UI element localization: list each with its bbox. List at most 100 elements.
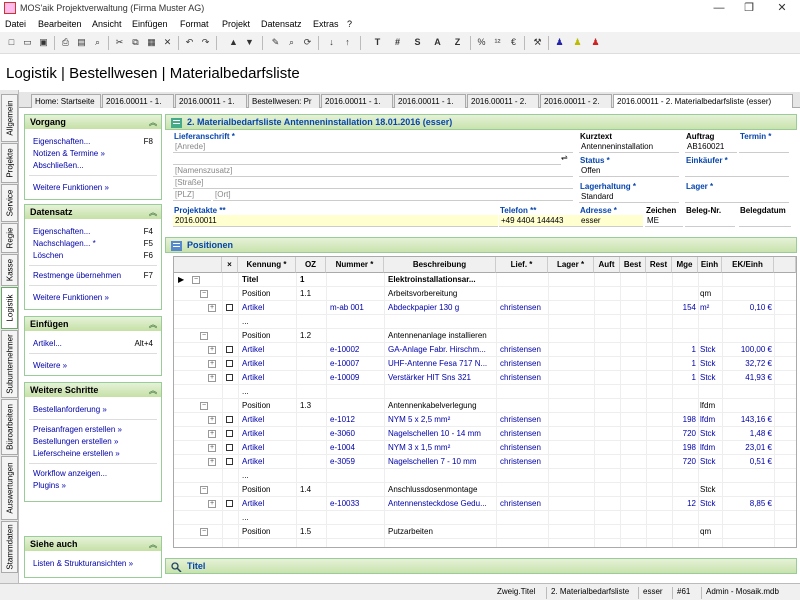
redo-icon[interactable]: ↷ (198, 35, 213, 50)
beschreibung-cell[interactable]: Abdeckpapier 130 g (388, 303, 496, 312)
einheit-cell[interactable]: lfdm (700, 415, 722, 424)
ek-cell[interactable]: 41,93 € (722, 373, 772, 382)
vtab-bueroarbeiten[interactable]: Büroarbeiten (1, 399, 18, 455)
tools-icon[interactable]: ⚒ (530, 35, 545, 50)
vtab-subunternehmer[interactable]: Subunternehmer (1, 330, 18, 398)
new-icon[interactable]: □ (4, 35, 19, 50)
print-preview-icon[interactable]: ▤ (74, 35, 89, 50)
form-panel-header[interactable]: 2. Materialbedarfsliste Antenneninstalla… (165, 114, 797, 130)
kennung-cell[interactable]: Position (242, 401, 296, 410)
ort-field[interactable]: [Ort] (213, 189, 573, 201)
refresh-icon[interactable]: ⟳ (300, 35, 315, 50)
vtab-allgemein[interactable]: Allgemein (1, 94, 18, 142)
zeichen-field[interactable]: ME (645, 215, 683, 227)
oz-cell[interactable]: 1.3 (300, 401, 326, 410)
name-field[interactable] (173, 153, 561, 165)
move-down-icon[interactable]: ▼ (242, 35, 257, 50)
collapse-icon[interactable]: − (200, 332, 208, 340)
kennung-cell[interactable]: Artikel (242, 373, 296, 382)
table-row[interactable]: + Artikel m-ab 001 Abdeckpapier 130 g christ… (174, 301, 796, 315)
adresse-field[interactable]: esser (579, 215, 643, 227)
nummer-cell[interactable]: e-1012 (330, 415, 382, 424)
kurztext-field[interactable]: Antenneninstallation (579, 141, 679, 153)
einheit-cell[interactable]: lfdm (700, 443, 722, 452)
kennung-cell[interactable]: Position (242, 527, 296, 536)
schritte-lieferscheine[interactable]: Lieferscheine erstellen » (33, 449, 120, 458)
row-checkbox[interactable] (226, 416, 233, 423)
table-row[interactable]: ▶ − Titel 1 Elektroinstallationsar... (174, 273, 796, 287)
tab-doc-2[interactable]: 2016.00011 - 1. (175, 94, 247, 108)
vorgang-eigenschaften[interactable]: Eigenschaften... (33, 137, 90, 146)
header-beschreibung[interactable]: Beschreibung (384, 257, 496, 273)
table-row[interactable]: ... (174, 469, 796, 483)
einheit-cell[interactable]: Stck (700, 499, 722, 508)
menge-cell[interactable]: 198 (672, 443, 696, 452)
beschreibung-cell[interactable]: GA-Anlage Fabr. Hirschm... (388, 345, 496, 354)
lieferant-cell[interactable]: christensen (500, 359, 548, 368)
kennung-cell[interactable]: ... (242, 317, 296, 326)
menu-ansicht[interactable]: Ansicht (92, 19, 122, 29)
beschreibung-cell[interactable]: Antennensteckdose Gedu... (388, 499, 496, 508)
edit-icon[interactable]: ✎ (268, 35, 283, 50)
cut-icon[interactable]: ✂ (112, 35, 127, 50)
beschreibung-cell[interactable]: Putzarbeiten (388, 527, 496, 536)
header-mge[interactable]: Mge (672, 257, 698, 273)
datensatz-restmenge[interactable]: Restmenge übernehmen (33, 271, 121, 280)
tab-bestellwesen[interactable]: Bestellwesen: Pr (248, 94, 320, 108)
menge-cell[interactable]: 720 (672, 429, 696, 438)
delete-icon[interactable]: ✕ (160, 35, 175, 50)
move-up-icon[interactable]: ▲ (226, 35, 241, 50)
ek-cell[interactable]: 100,00 € (722, 345, 772, 354)
menu-extras[interactable]: Extras (313, 19, 339, 29)
expand-icon[interactable]: + (208, 430, 216, 438)
menge-cell[interactable]: 1 (672, 373, 696, 382)
beschreibung-cell[interactable]: Nagelschellen 7 - 10 mm (388, 457, 496, 466)
table-row[interactable]: + Artikel e-10007 UHF-Antenne Fesa 717 N...… (174, 357, 796, 371)
oz-cell[interactable]: 1.4 (300, 485, 326, 494)
plz-field[interactable]: [PLZ] (173, 189, 211, 201)
collapse-icon[interactable]: ︽ (149, 385, 157, 396)
collapse-icon[interactable]: − (200, 290, 208, 298)
kennung-cell[interactable]: Titel (242, 275, 296, 284)
menu-bearbeiten[interactable]: Bearbeiten (38, 19, 82, 29)
tab-doc-6[interactable]: 2016.00011 - 2. (540, 94, 612, 108)
siehe-listen[interactable]: Listen & Strukturansichten » (33, 559, 133, 568)
row-checkbox[interactable] (226, 360, 233, 367)
expand-icon[interactable]: + (208, 458, 216, 466)
tab-home[interactable]: Home: Startseite (31, 94, 101, 108)
header-auft[interactable]: Auft (594, 257, 620, 273)
kennung-cell[interactable]: Position (242, 289, 296, 298)
vtab-auswertungen[interactable]: Auswertungen (1, 456, 18, 520)
nummer-cell[interactable]: e-10033 (330, 499, 382, 508)
nummer-cell[interactable]: e-1004 (330, 443, 382, 452)
find-icon[interactable]: ⌕ (284, 35, 299, 50)
user-red-icon[interactable]: ♟ (588, 35, 603, 50)
lieferant-cell[interactable]: christensen (500, 443, 548, 452)
menu-datensatz[interactable]: Datensatz (261, 19, 302, 29)
header-oz[interactable]: OZ (296, 257, 326, 273)
header-ek-einh[interactable]: EK/Einh (722, 257, 774, 273)
row-checkbox[interactable] (226, 346, 233, 353)
kennung-cell[interactable]: Artikel (242, 443, 296, 452)
table-row[interactable]: + Artikel e-1004 NYM 3 x 1,5 mm² christensen… (174, 441, 796, 455)
belegdatum-field[interactable] (739, 215, 791, 227)
save-icon[interactable]: ▣ (36, 35, 51, 50)
kennung-cell[interactable]: Artikel (242, 429, 296, 438)
kennung-cell[interactable]: ... (242, 471, 296, 480)
tab-doc-1[interactable]: 2016.00011 - 1. (102, 94, 174, 108)
menu-format[interactable]: Format (180, 19, 209, 29)
oz-cell[interactable]: 1.1 (300, 289, 326, 298)
projektakte-field[interactable]: 2016.00011 (173, 215, 498, 227)
table-row[interactable]: + Artikel e-10033 Antennensteckdose Gedu...… (174, 497, 796, 511)
ek-cell[interactable]: 0,51 € (722, 457, 772, 466)
kennung-cell[interactable]: Artikel (242, 499, 296, 508)
vtab-logistik[interactable]: Logistik (1, 287, 18, 329)
collapse-icon[interactable]: ︽ (149, 117, 157, 128)
lieferant-cell[interactable]: christensen (500, 429, 548, 438)
sort-asc-icon[interactable]: ↓ (324, 35, 339, 50)
menu-projekt[interactable]: Projekt (222, 19, 250, 29)
collapse-icon[interactable]: − (200, 528, 208, 536)
beschreibung-cell[interactable]: UHF-Antenne Fesa 717 N... (388, 359, 496, 368)
einheit-cell[interactable]: Stck (700, 359, 722, 368)
copy-icon[interactable]: ⧉ (128, 35, 143, 50)
